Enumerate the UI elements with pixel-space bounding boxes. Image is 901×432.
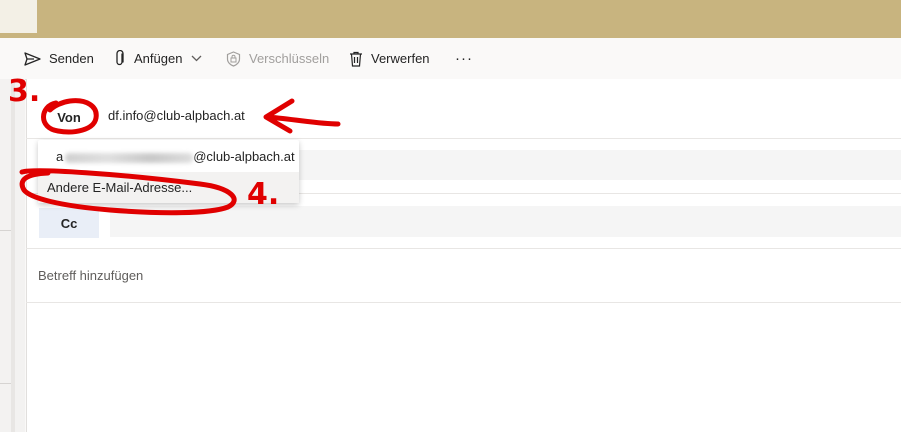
- trash-icon: [350, 51, 362, 67]
- account-domain: @club-alpbach.at: [193, 149, 295, 164]
- to-field[interactable]: [296, 150, 901, 180]
- header-tab[interactable]: [0, 0, 37, 33]
- redacted-address: [65, 152, 194, 163]
- cc-button[interactable]: Cc: [39, 208, 99, 238]
- send-button[interactable]: Senden: [24, 38, 94, 79]
- encrypt-label: Verschlüsseln: [249, 51, 330, 66]
- cc-field[interactable]: [110, 206, 901, 237]
- other-address-label: Andere E-Mail-Adresse...: [47, 180, 193, 195]
- shield-icon: [226, 50, 241, 67]
- encrypt-button[interactable]: Verschlüsseln: [226, 38, 329, 79]
- app-header-bar: [0, 0, 901, 38]
- left-pane-divider: [0, 383, 11, 384]
- compose-pane: [26, 79, 901, 432]
- dropdown-item-account[interactable]: a @club-alpbach.at: [38, 141, 299, 172]
- subject-row-divider: [26, 302, 901, 303]
- send-label: Senden: [49, 51, 94, 66]
- left-pane-scrollbar[interactable]: [11, 79, 15, 432]
- attach-button[interactable]: Anfügen: [114, 38, 202, 79]
- annotation-step-4: 4.: [247, 177, 280, 212]
- from-button[interactable]: Von: [48, 104, 90, 130]
- from-address: df.info@club-alpbach.at: [108, 108, 245, 123]
- discard-button[interactable]: Verwerfen: [349, 38, 430, 79]
- cc-row-divider: [26, 248, 901, 249]
- from-row-divider: [26, 138, 901, 139]
- more-options-button[interactable]: ···: [455, 38, 473, 79]
- subject-input[interactable]: Betreff hinzufügen: [38, 268, 143, 283]
- send-icon: [24, 51, 41, 66]
- annotation-step-3: 3.: [8, 74, 41, 109]
- left-pane-divider: [0, 230, 11, 231]
- chevron-down-icon[interactable]: [191, 55, 202, 62]
- attach-label: Anfügen: [134, 51, 183, 66]
- compose-toolbar: Senden Anfügen Verschlüsseln Verwerfen ·…: [0, 38, 901, 80]
- paperclip-icon: [116, 50, 124, 66]
- discard-label: Verwerfen: [371, 51, 430, 66]
- account-prefix: a: [56, 149, 64, 164]
